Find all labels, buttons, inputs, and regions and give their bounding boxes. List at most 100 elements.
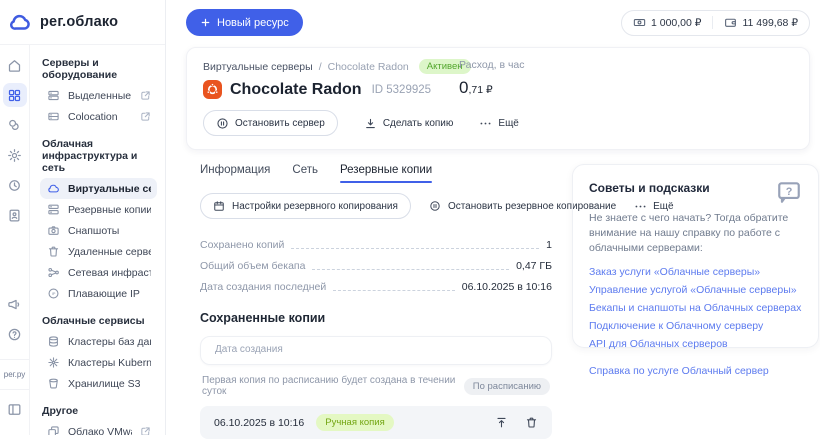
cost-block: Расход, в час 0,71 ₽ [459, 59, 525, 98]
sidebar-item-vmware-cloud[interactable]: Облако VMware [40, 421, 157, 435]
database-icon [46, 335, 60, 349]
help-circle-icon[interactable] [3, 322, 27, 346]
backup-tab-content: Информация Сеть Резервные копии Настройк… [200, 164, 552, 435]
dashboard-grid-icon[interactable] [3, 83, 27, 107]
tips-link-manage[interactable]: Управление услугой «Облачные серверы» [589, 284, 802, 296]
breadcrumb-separator: / [319, 61, 322, 73]
breadcrumb-current: Chocolate Radon [328, 61, 409, 73]
tips-links: Заказ услуги «Облачные серверы» Управлен… [589, 266, 802, 350]
download-icon [364, 117, 377, 130]
sidebar-item-label: Облако VMware [68, 426, 132, 436]
sidebar-item-deleted-servers[interactable]: Удаленные серверы [40, 241, 157, 262]
camera-icon [46, 224, 60, 238]
sidebar-item-network-infrastructure[interactable]: Сетевая инфраструктура [40, 262, 157, 283]
tab-information[interactable]: Информация [200, 164, 270, 183]
money-amount: 11 499,68 ₽ [742, 17, 798, 29]
sidebar-item-s3-storage[interactable]: Хранилище S3 [40, 373, 157, 394]
table-header-creation-date[interactable]: Дата создания [200, 336, 552, 365]
top-bar: Новый ресурс 1 000,00 ₽ 11 499,68 ₽ [166, 0, 820, 45]
sidebar-item-kubernetes-clusters[interactable]: Кластеры Kubernetes [40, 352, 157, 373]
backup-settings-label: Настройки резервного копирования [232, 201, 398, 212]
balance-widget: 1 000,00 ₽ 11 499,68 ₽ [621, 10, 810, 36]
icon-rail: рег.ру [0, 45, 30, 435]
home-icon[interactable] [3, 53, 27, 77]
brand-header[interactable]: рег.облако [0, 0, 165, 45]
backup-settings-button[interactable]: Настройки резервного копирования [200, 193, 411, 219]
tips-link-connect[interactable]: Подключение к Облачному серверу [589, 320, 802, 332]
sidebar-item-label: Снапшоты [68, 225, 119, 237]
sidebar-item-floating-ip[interactable]: IP Плавающие IP [40, 283, 157, 304]
stat-row: Сохранено копий 1 [200, 239, 552, 251]
server-name: Chocolate Radon [230, 81, 362, 99]
tips-link-order[interactable]: Заказ услуги «Облачные серверы» [589, 266, 802, 278]
stop-server-button[interactable]: Остановить сервер [203, 110, 338, 136]
cloud-icon [46, 182, 60, 196]
collapse-sidebar-icon[interactable] [3, 397, 27, 421]
bonus-balance[interactable]: 1 000,00 ₽ [622, 16, 712, 29]
sidebar-nav: Серверы и оборудование Выделенные сервер… [30, 45, 165, 435]
trash-icon [46, 245, 60, 259]
regru-link[interactable]: рег.ру [4, 367, 25, 382]
stat-label: Общий объем бекапа [200, 260, 305, 272]
make-copy-button[interactable]: Сделать копию [364, 117, 454, 130]
server-header-card: Виртуальные серверы / Chocolate Radon Ак… [186, 47, 810, 150]
dotted-leader [312, 269, 509, 270]
tips-help-link[interactable]: Справка по услуге Облачный сервер [589, 365, 802, 377]
money-balance[interactable]: 11 499,68 ₽ [712, 16, 809, 29]
id-document-icon[interactable] [3, 203, 27, 227]
content-area: Информация Сеть Резервные копии Настройк… [166, 150, 820, 435]
section-title: Облачные сервисы [42, 315, 157, 327]
tips-link-api[interactable]: API для Облачных серверов [589, 338, 802, 350]
finance-coins-icon[interactable] [3, 113, 27, 137]
schedule-badge: По расписанию [464, 378, 550, 395]
sidebar-item-label: Плавающие IP [68, 288, 140, 300]
server-id: ID 5329925 [372, 84, 431, 96]
stacked-boxes-icon [46, 425, 60, 436]
server-more-button[interactable]: Ещё [479, 117, 518, 130]
sidebar-item-database-clusters[interactable]: Кластеры баз данных [40, 331, 157, 352]
server-box-icon [46, 110, 60, 124]
backup-copies-icon [46, 203, 60, 217]
row-actions [495, 416, 538, 429]
tab-bar: Информация Сеть Резервные копии [200, 164, 552, 183]
server-actions: Остановить сервер Сделать копию Ещё [203, 110, 793, 136]
restore-copy-icon[interactable] [495, 416, 508, 429]
wallet-icon [724, 16, 737, 29]
sidebar-item-colocation[interactable]: Colocation [40, 106, 157, 127]
sidebar-item-snapshots[interactable]: Снапшоты [40, 220, 157, 241]
sidebar-item-dedicated-servers[interactable]: Выделенные серверы [40, 85, 157, 106]
stat-value: 0,47 ГБ [516, 260, 552, 272]
schedule-notice-row: Первая копия по расписанию будет создана… [200, 365, 552, 406]
tab-network[interactable]: Сеть [292, 164, 318, 183]
tab-backups[interactable]: Резервные копии [340, 164, 432, 183]
network-nodes-icon [46, 266, 60, 280]
external-link-icon [140, 111, 151, 122]
new-resource-label: Новый ресурс [217, 17, 289, 29]
backup-controls: Настройки резервного копирования Останов… [200, 193, 552, 219]
sidebar-item-virtual-servers[interactable]: Виртуальные серверы [40, 178, 157, 199]
sidebar-item-backups[interactable]: Резервные копии [40, 199, 157, 220]
kubernetes-wheel-icon [46, 356, 60, 370]
external-link-icon [140, 426, 151, 435]
delete-copy-icon[interactable] [525, 416, 538, 429]
breadcrumb-section[interactable]: Виртуальные серверы [203, 61, 313, 73]
announcements-megaphone-icon[interactable] [3, 292, 27, 316]
sidebar-item-label: Резервные копии [68, 204, 151, 216]
tips-title: Советы и подсказки [589, 179, 710, 195]
history-clock-icon[interactable] [3, 173, 27, 197]
more-dots-icon [479, 117, 492, 130]
tips-card: Советы и подсказки ? Не знаете с чего на… [572, 164, 819, 348]
bonus-amount: 1 000,00 ₽ [651, 17, 701, 29]
tips-intro: Не знаете с чего начать? Тогда обратите … [589, 211, 802, 257]
settings-gear-icon[interactable] [3, 143, 27, 167]
stat-value: 06.10.2025 в 10:16 [462, 281, 552, 293]
new-resource-button[interactable]: Новый ресурс [186, 9, 303, 36]
saved-copies-title: Сохраненные копии [200, 311, 552, 325]
cloud-logo-icon [8, 10, 32, 34]
sidebar-item-label: Удаленные серверы [68, 246, 151, 258]
backup-copy-row[interactable]: 06.10.2025 в 10:16 Ручная копия [200, 406, 552, 439]
tips-link-backups[interactable]: Бекапы и снапшоты на Облачных серверах [589, 302, 802, 314]
schedule-notice-text: Первая копия по расписанию будет создана… [202, 375, 464, 397]
backup-stats: Сохранено копий 1 Общий объем бекапа 0,4… [200, 239, 552, 293]
stat-label: Сохранено копий [200, 239, 284, 251]
